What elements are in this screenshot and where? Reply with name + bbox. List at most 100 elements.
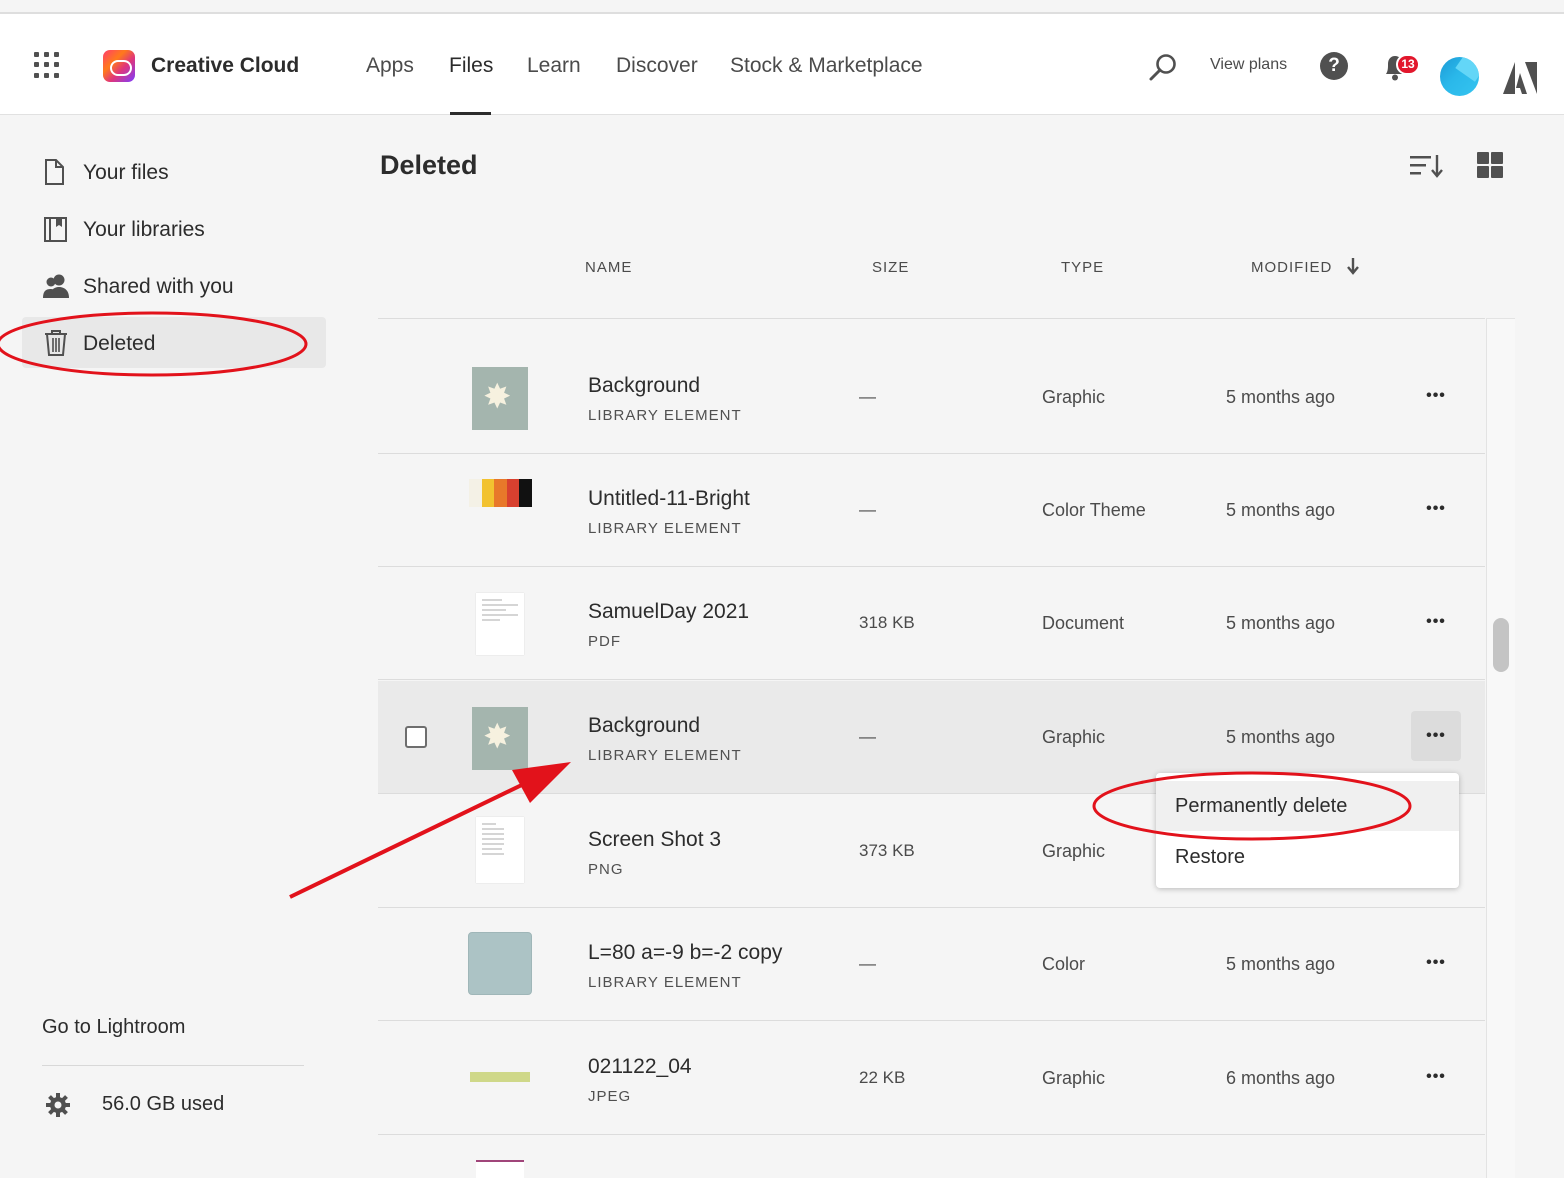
theme-swatch (494, 479, 507, 507)
file-name: SamuelDay 2021 (588, 600, 750, 623)
adobe-logo-icon[interactable] (1503, 62, 1537, 94)
file-size: — (859, 500, 876, 519)
sort-icon[interactable] (1409, 154, 1443, 178)
app-switcher-icon[interactable] (34, 52, 60, 78)
file-kind: PNG (588, 861, 624, 878)
file-type: Document (1042, 613, 1125, 633)
file-name: Background (588, 374, 701, 397)
file-type: Graphic (1042, 387, 1106, 407)
file-modified: 5 months ago (1226, 500, 1336, 520)
table-row[interactable]: Background LIBRARY ELEMENT — Graphic 5 m… (378, 341, 1485, 454)
sidebar-divider (42, 1065, 304, 1066)
file-size: 373 KB (859, 841, 915, 860)
view-plans-link[interactable]: View plans (1210, 56, 1287, 74)
file-type: Graphic (1042, 841, 1106, 861)
file-size: 318 KB (859, 613, 915, 632)
permanently-delete-menu-item[interactable]: Permanently delete (1156, 781, 1459, 831)
search-icon[interactable] (1148, 52, 1178, 82)
notification-badge: 13 (1396, 54, 1420, 75)
theme-swatch (481, 479, 495, 507)
file-kind: LIBRARY ELEMENT (588, 747, 742, 764)
file-type: Color (1042, 954, 1086, 974)
file-modified: 5 months ago (1226, 727, 1336, 747)
file-name: Untitled-11-Bright (588, 487, 750, 510)
scrollbar-track[interactable] (1486, 318, 1515, 1178)
scrollbar-thumb[interactable] (1493, 618, 1509, 672)
more-actions-button[interactable]: ••• (1411, 711, 1461, 761)
table-row-partial (476, 1160, 524, 1178)
brand-name: Creative Cloud (151, 54, 300, 77)
people-icon (43, 274, 69, 298)
file-size: — (859, 387, 876, 406)
avatar[interactable] (1440, 57, 1479, 96)
more-actions-button[interactable]: ••• (1411, 1052, 1461, 1102)
file-modified: 5 months ago (1226, 954, 1336, 974)
nav-discover[interactable]: Discover (616, 54, 698, 78)
table-row[interactable]: Untitled-11-Bright LIBRARY ELEMENT — Col… (378, 454, 1485, 567)
file-kind: LIBRARY ELEMENT (588, 520, 742, 537)
image-thumbnail (476, 817, 524, 883)
nav-files[interactable]: Files (449, 54, 493, 78)
table-row[interactable]: L=80 a=-9 b=-2 copy LIBRARY ELEMENT — Co… (378, 908, 1485, 1021)
file-type: Graphic (1042, 727, 1106, 747)
table-row[interactable]: SamuelDay 2021 PDF 318 KB Document 5 mon… (378, 567, 1485, 680)
list-top-rule (378, 318, 1485, 319)
help-icon[interactable]: ? (1320, 52, 1348, 80)
active-nav-indicator (450, 112, 491, 115)
column-header-size[interactable]: SIZE (872, 259, 909, 276)
file-size: — (859, 954, 876, 973)
file-kind: LIBRARY ELEMENT (588, 974, 742, 991)
row-context-menu: Permanently delete Restore (1156, 773, 1459, 888)
storage-used: 56.0 GB used (102, 1093, 225, 1115)
file-type: Color Theme (1042, 500, 1146, 520)
gear-icon[interactable] (45, 1092, 71, 1118)
file-modified: 5 months ago (1226, 613, 1336, 633)
trash-icon (45, 330, 67, 356)
file-size: — (859, 727, 876, 746)
sidebar-item-label: Your files (83, 161, 169, 184)
go-to-lightroom-link[interactable]: Go to Lightroom (42, 1016, 185, 1039)
table-row[interactable]: 021122_04 JPEG 22 KB Graphic 6 months ag… (378, 1022, 1485, 1135)
more-actions-button[interactable]: ••• (1411, 371, 1461, 421)
file-type: Graphic (1042, 1068, 1106, 1088)
column-header-name[interactable]: NAME (585, 259, 632, 276)
column-header-type[interactable]: TYPE (1061, 259, 1104, 276)
theme-swatch (519, 479, 532, 507)
row-checkbox[interactable] (405, 726, 427, 748)
file-icon (45, 159, 64, 185)
file-kind: JPEG (588, 1088, 632, 1105)
libraries-icon (44, 217, 67, 242)
top-bar: Creative Cloud Apps Files Learn Discover… (0, 12, 1564, 115)
more-actions-button[interactable]: ••• (1411, 484, 1461, 534)
file-size: 22 KB (859, 1068, 906, 1087)
column-header-modified[interactable]: MODIFIED (1251, 259, 1332, 276)
file-kind: LIBRARY ELEMENT (588, 407, 742, 424)
theme-swatch (506, 479, 520, 507)
nav-apps[interactable]: Apps (366, 54, 414, 78)
file-kind: PDF (588, 633, 621, 650)
page-title: Deleted (380, 150, 478, 180)
graphic-thumbnail (472, 707, 528, 770)
grid-view-icon[interactable] (1477, 152, 1503, 178)
document-thumbnail (476, 593, 524, 655)
theme-swatch (469, 479, 482, 507)
sort-descending-icon[interactable] (1346, 257, 1360, 275)
creative-cloud-logo-icon (103, 50, 135, 82)
file-name: Background (588, 714, 701, 737)
file-modified: 6 months ago (1226, 1068, 1336, 1088)
color-theme-thumbnail (469, 479, 532, 507)
nav-learn[interactable]: Learn (527, 54, 581, 78)
color-thumbnail (468, 932, 532, 995)
file-name: L=80 a=-9 b=-2 copy (588, 941, 783, 964)
file-name: Screen Shot 3 (588, 828, 722, 851)
nav-stock-marketplace[interactable]: Stock & Marketplace (730, 54, 923, 78)
file-name: 021122_04 (588, 1055, 692, 1078)
more-actions-button[interactable]: ••• (1411, 597, 1461, 647)
more-actions-button[interactable]: ••• (1411, 938, 1461, 988)
sidebar-item-label: Your libraries (83, 218, 205, 241)
sidebar-item-label: Shared with you (83, 275, 234, 298)
graphic-thumbnail (472, 367, 528, 430)
image-thumbnail (470, 1072, 530, 1082)
restore-menu-item[interactable]: Restore (1156, 832, 1459, 882)
file-modified: 5 months ago (1226, 387, 1336, 407)
